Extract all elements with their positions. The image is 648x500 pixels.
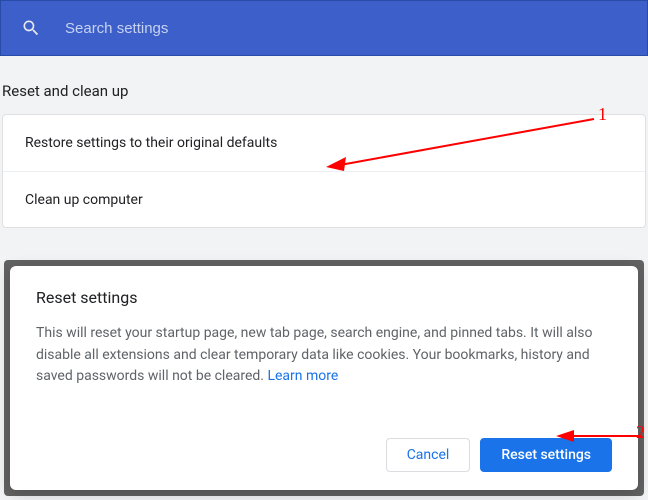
annotation-label-2: 2 [636,422,645,443]
row-restore-defaults[interactable]: Restore settings to their original defau… [3,115,645,171]
row-clean-up-computer[interactable]: Clean up computer [3,171,645,227]
learn-more-link[interactable]: Learn more [267,368,338,384]
section-title: Reset and clean up [0,56,648,114]
dialog-title: Reset settings [36,288,612,307]
reset-panel: Restore settings to their original defau… [2,114,646,228]
search-bar[interactable] [0,0,648,56]
search-input[interactable] [65,20,631,37]
row-label: Restore settings to their original defau… [25,135,277,151]
reset-settings-button[interactable]: Reset settings [480,438,612,472]
reset-settings-dialog: Reset settings This will reset your star… [10,266,638,490]
cancel-button[interactable]: Cancel [386,438,471,472]
dialog-body: This will reset your startup page, new t… [36,323,612,424]
annotation-label-1: 1 [598,104,607,125]
dialog-backdrop: Reset settings This will reset your star… [4,260,644,496]
row-label: Clean up computer [25,192,143,208]
search-icon [21,18,41,38]
dialog-buttons: Cancel Reset settings [36,438,612,472]
